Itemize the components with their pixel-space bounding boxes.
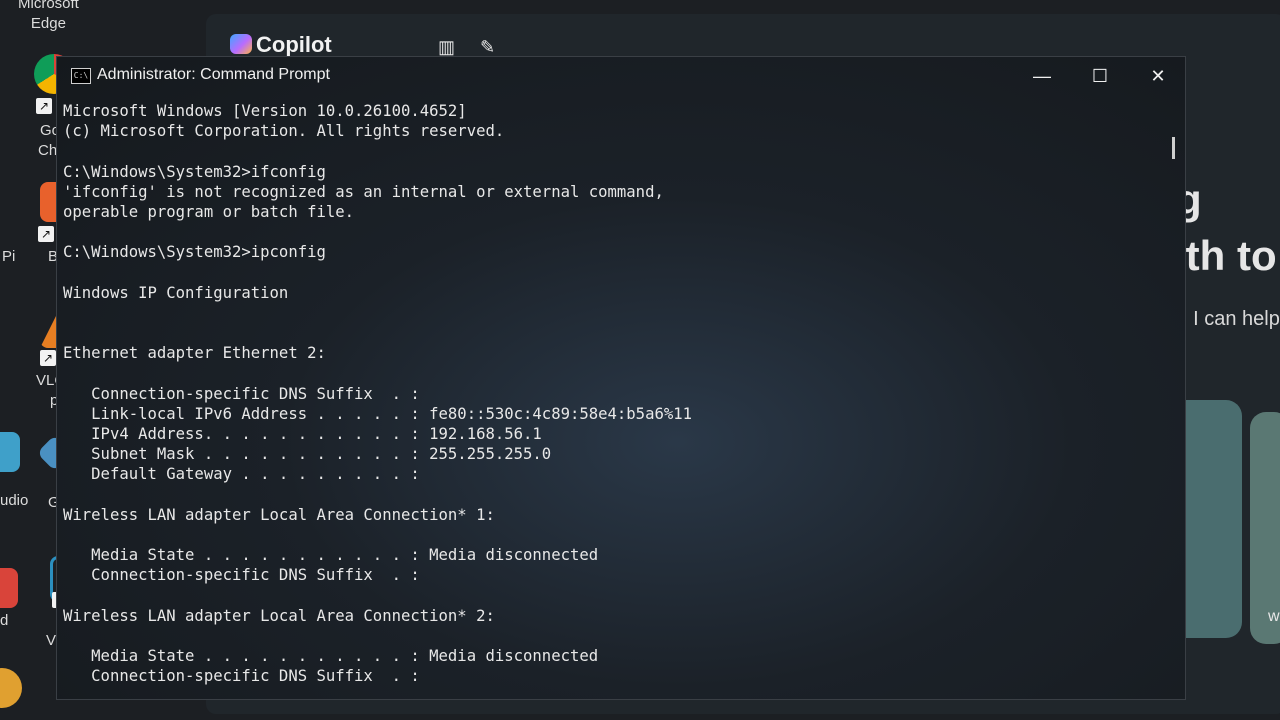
shortcut-arrow-icon: ↗ [38,226,54,242]
desktop-label-d: d [0,612,9,629]
terminal-line: Media State . . . . . . . . . . . : Medi… [63,647,599,666]
terminal-line: IPv4 Address. . . . . . . . . . . : 192.… [63,425,542,443]
cmd-app-icon: C:\ [71,68,91,84]
app-icon-red[interactable] [0,568,18,608]
terminal-line: C:\Windows\System32>ifconfig [63,162,326,181]
terminal-line: Subnet Mask . . . . . . . . . . . : 255.… [63,445,552,464]
terminal-output[interactable]: Microsoft Windows [Version 10.0.26100.46… [63,101,1155,686]
terminal-line: Wireless LAN adapter Local Area Connecti… [63,505,495,524]
terminal-line: Ethernet adapter Ethernet 2: [63,344,326,363]
shortcut-arrow-icon: ↗ [40,350,56,366]
shortcut-arrow-icon: ↗ [36,98,52,114]
copilot-subtext: s. I can help [1172,308,1280,330]
minimize-icon[interactable]: — [1027,63,1057,89]
desktop-label-pi: Pi [2,248,16,265]
terminal-line: Media State . . . . . . . . . . . : Medi… [63,546,599,565]
terminal-line: Connection-specific DNS Suffix . : [63,667,420,686]
terminal-line: Microsoft Windows [Version 10.0.26100.46… [63,102,467,120]
maximize-icon[interactable]: ☐ [1085,63,1115,89]
cmd-window-title: Administrator: Command Prompt [97,66,330,83]
new-chat-icon[interactable]: ✎ [480,38,500,56]
card2-label: w [1268,608,1280,625]
copilot-logo-icon [230,34,252,54]
desktop-label-udio: udio [0,492,29,509]
terminal-line: Windows IP Configuration [63,283,289,302]
copilot-title: Copilot [256,32,332,57]
terminal-line: C:\Windows\System32>ipconfig [63,243,326,262]
scrollbar-thumb[interactable] [1172,137,1175,159]
terminal-line: Wireless LAN adapter Local Area Connecti… [63,606,495,625]
copilot-heading-line2: ith to [1174,232,1277,279]
sidebar-toggle-icon[interactable]: ▥ [438,38,458,56]
suggestion-card-2[interactable]: w [1250,412,1280,644]
cmd-titlebar[interactable]: C:\ Administrator: Command Prompt — ☐ ✕ [57,57,1185,93]
terminal-line: 'ifconfig' is not recognized as an inter… [63,182,664,201]
terminal-line: Default Gateway . . . . . . . . . : [63,465,420,484]
terminal-line: Link-local IPv6 Address . . . . . : fe80… [63,404,693,423]
command-prompt-window[interactable]: C:\ Administrator: Command Prompt — ☐ ✕ … [56,56,1186,700]
terminal-line: Connection-specific DNS Suffix . : [63,566,420,585]
audio-app-icon[interactable] [0,432,20,472]
terminal-line: Connection-specific DNS Suffix . : [63,384,420,403]
terminal-line: operable program or batch file. [63,202,355,221]
terminal-line: (c) Microsoft Corporation. All rights re… [63,122,505,141]
user-app-icon[interactable] [0,668,22,708]
desktop-edge-label[interactable]: Microsoft Edge [18,0,79,34]
close-icon[interactable]: ✕ [1143,63,1173,89]
